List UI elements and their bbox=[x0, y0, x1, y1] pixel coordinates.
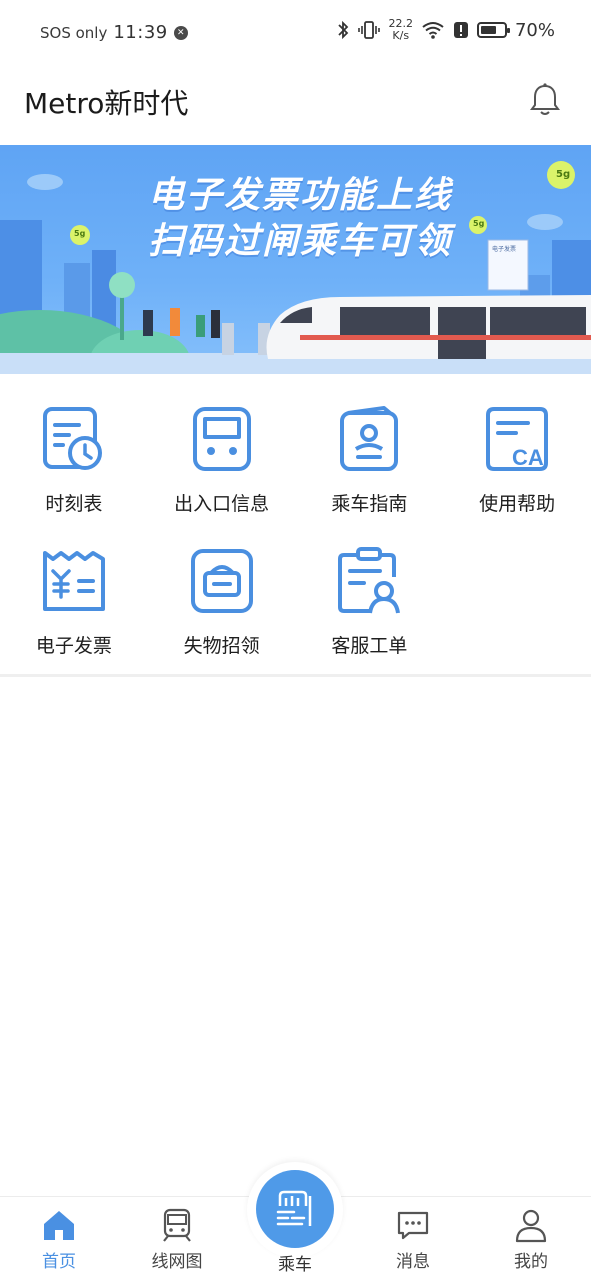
ride-qr-icon bbox=[276, 1190, 312, 1226]
battery-icon bbox=[476, 22, 510, 38]
receipt-title: 电子发票 bbox=[492, 246, 517, 253]
bell-icon[interactable] bbox=[525, 80, 565, 120]
service-help[interactable]: CA 使用帮助 bbox=[443, 395, 591, 537]
service-label: 时刻表 bbox=[45, 493, 103, 515]
service-guide[interactable]: 乘车指南 bbox=[296, 395, 444, 537]
service-grid: 时刻表 出入口信息 乘车指南 CA 使用帮助 电子发票 失物招领 客服工单 bbox=[0, 395, 591, 679]
promo-banner[interactable]: 电子发票功能上线 扫码过闸乘车可领 5g 5g 5g 电子发票 bbox=[0, 145, 591, 374]
user-icon bbox=[515, 1209, 547, 1243]
status-right: 22.2 K/s 70% bbox=[336, 18, 555, 42]
banner-line2: 扫码过闸乘车可领 bbox=[147, 221, 452, 262]
service-ticket[interactable]: 客服工单 bbox=[296, 537, 444, 679]
battery-percent: 70% bbox=[514, 19, 555, 41]
ride-button[interactable] bbox=[256, 1170, 334, 1248]
service-label: 失物招领 bbox=[183, 635, 260, 657]
service-row-1: 时刻表 出入口信息 乘车指南 CA 使用帮助 bbox=[0, 395, 591, 537]
service-invoice[interactable]: 电子发票 bbox=[0, 537, 148, 679]
service-label: 出入口信息 bbox=[174, 493, 270, 515]
banner-badge-5g-small: 5g bbox=[74, 229, 86, 238]
section-divider bbox=[0, 674, 591, 677]
service-ticket-icon bbox=[338, 547, 401, 614]
app-header: Metro新时代 bbox=[0, 66, 591, 144]
lost-found-icon bbox=[190, 549, 253, 613]
service-timetable[interactable]: 时刻表 bbox=[0, 395, 148, 537]
message-icon bbox=[397, 1211, 429, 1240]
service-label: 电子发票 bbox=[35, 635, 112, 657]
nav-network-label: 线网图 bbox=[151, 1252, 203, 1272]
service-label: 客服工单 bbox=[331, 635, 408, 657]
network-rate: 22.2 K/s bbox=[388, 18, 413, 42]
banner-badge-5g: 5g bbox=[556, 169, 571, 180]
banner-headline: 电子发票功能上线 扫码过闸乘车可领 bbox=[120, 173, 480, 265]
service-lost-found[interactable]: 失物招领 bbox=[148, 537, 296, 679]
alert-icon bbox=[453, 22, 468, 38]
service-label: 乘车指南 bbox=[331, 493, 408, 515]
bluetooth-icon bbox=[338, 20, 349, 40]
nav-home-label: 首页 bbox=[42, 1252, 76, 1272]
help-icon: CA bbox=[486, 407, 549, 471]
status-bar: SOS only 11:39 ✕ 22.2 K/s 70% bbox=[0, 0, 591, 66]
carrier-text: SOS only bbox=[40, 23, 108, 42]
ride-label: 乘车 bbox=[278, 1255, 312, 1275]
nav-home[interactable]: 首页 bbox=[19, 1207, 99, 1272]
timetable-icon bbox=[42, 407, 102, 470]
banner-line1: 电子发票功能上线 bbox=[147, 175, 452, 216]
nav-messages-label: 消息 bbox=[396, 1252, 430, 1272]
nav-network[interactable]: 线网图 bbox=[137, 1207, 217, 1272]
guide-icon bbox=[340, 406, 399, 471]
invoice-icon bbox=[42, 551, 105, 611]
banner-badge-5g-mid: 5g bbox=[473, 219, 485, 228]
shield-icon: ✕ bbox=[173, 25, 188, 40]
nav-messages[interactable]: 消息 bbox=[373, 1207, 453, 1272]
service-row-2: 电子发票 失物招领 客服工单 bbox=[0, 537, 591, 679]
metro-map-icon bbox=[163, 1208, 191, 1242]
network-rate-unit: K/s bbox=[392, 29, 410, 42]
nav-mine-label: 我的 bbox=[514, 1252, 548, 1272]
entrance-icon bbox=[192, 407, 251, 471]
nav-mine[interactable]: 我的 bbox=[491, 1207, 571, 1272]
svg-text:CA: CA bbox=[512, 445, 544, 470]
clock: 11:39 bbox=[113, 22, 168, 43]
vibrate-icon bbox=[358, 21, 381, 39]
service-label: 使用帮助 bbox=[479, 493, 556, 515]
app-title: Metro新时代 bbox=[24, 87, 189, 120]
status-left: SOS only 11:39 ✕ bbox=[40, 22, 188, 43]
home-icon bbox=[44, 1211, 74, 1240]
service-entrance[interactable]: 出入口信息 bbox=[148, 395, 296, 537]
wifi-icon bbox=[422, 22, 444, 39]
